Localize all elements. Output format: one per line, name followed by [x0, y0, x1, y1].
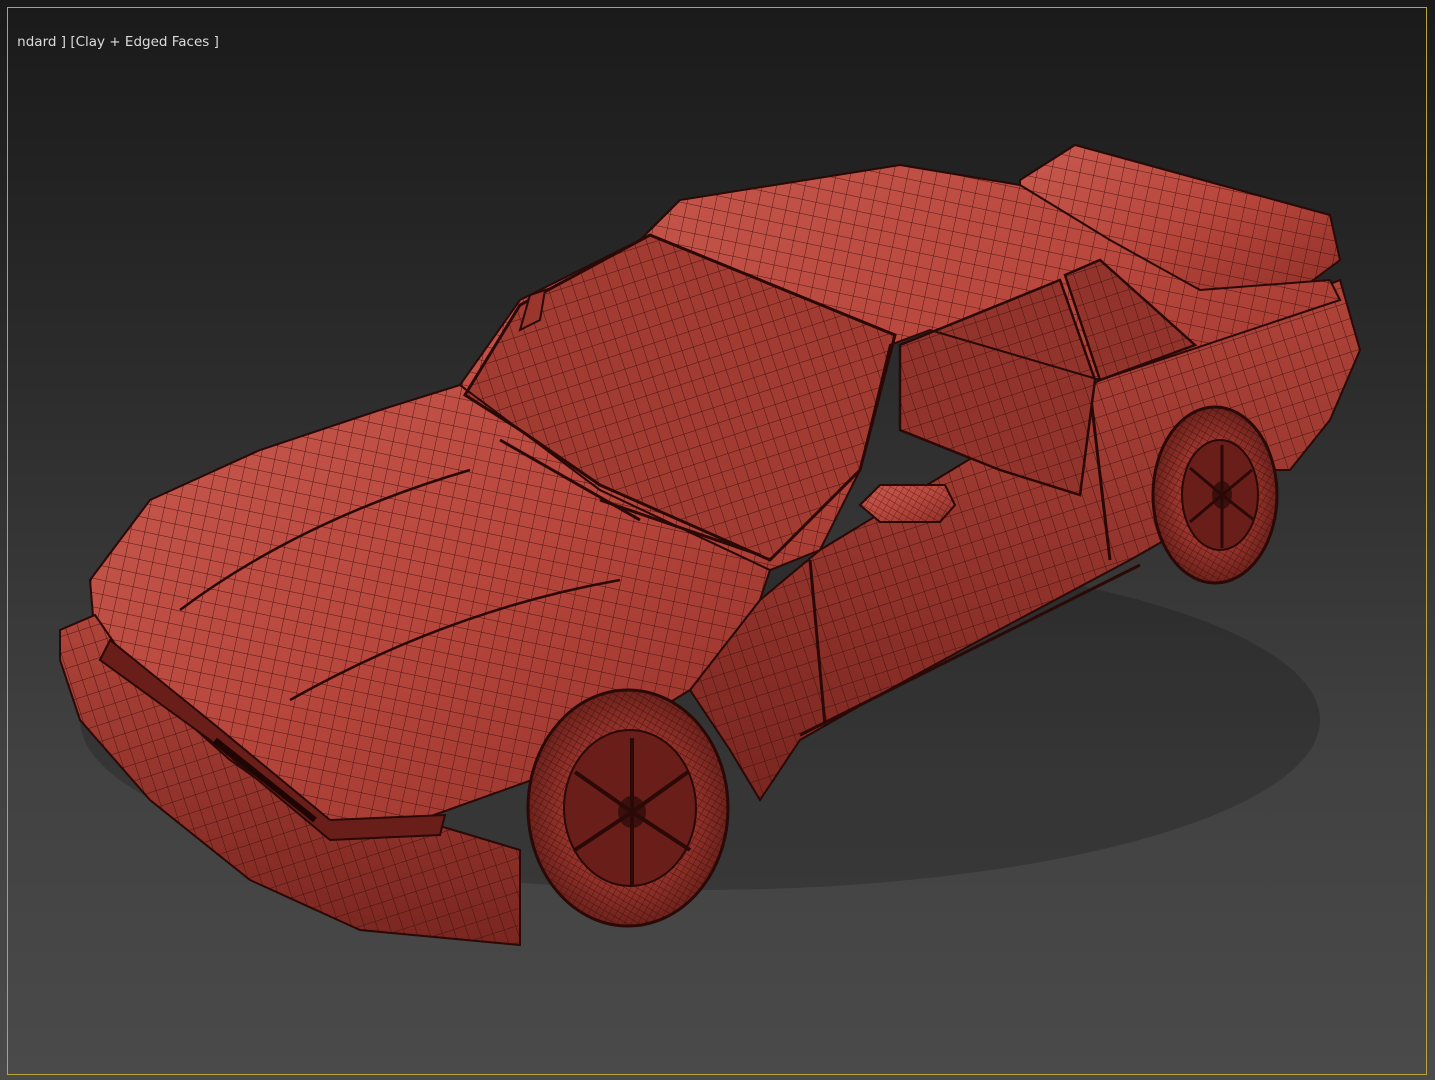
car-model-render[interactable] [0, 0, 1435, 1080]
perspective-viewport[interactable]: ndard ] [Clay + Edged Faces ] [0, 0, 1435, 1080]
viewport-label: ndard ] [Clay + Edged Faces ] [0, 12, 219, 50]
viewport-display-mode-menu[interactable]: [Clay + Edged Faces ] [70, 34, 219, 50]
side-mirror [858, 484, 957, 523]
front-wheel [526, 688, 730, 928]
viewport-shading-menu[interactable]: ndard ] [17, 34, 66, 50]
rear-wheel [1151, 405, 1279, 585]
